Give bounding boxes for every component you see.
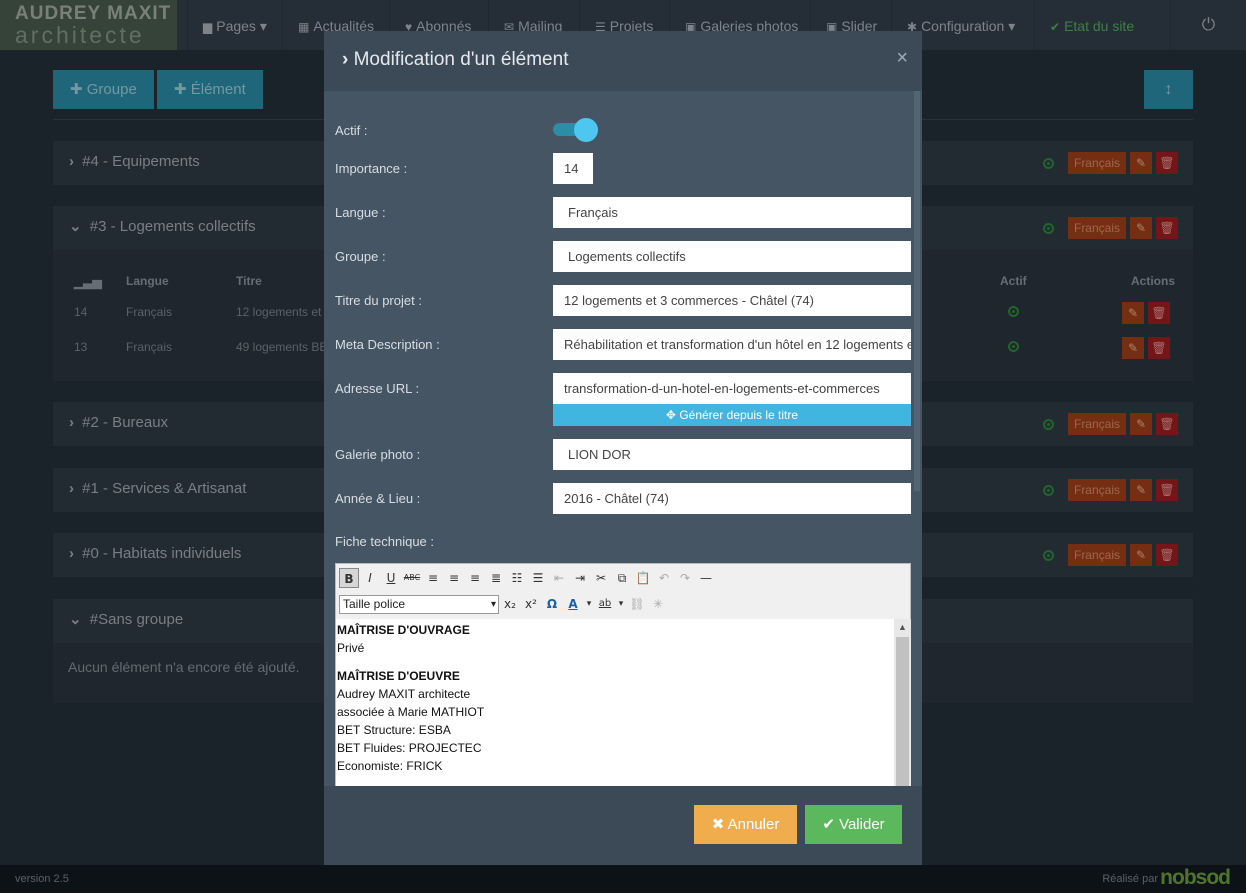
underline-icon[interactable]: U <box>381 568 401 588</box>
modal-title-text: Modification d'un élément <box>353 49 569 70</box>
bold-icon[interactable]: B <box>339 568 359 588</box>
editor-toolbar-row2: Taille police x₂ x² Ω A ▾ ab ▾ ⛓ ✳ <box>339 594 668 614</box>
edit-element-modal: › Modification d'un élément × Actif : Im… <box>324 31 922 865</box>
superscript-icon[interactable]: x² <box>521 594 541 614</box>
validate-label: Valider <box>839 816 885 833</box>
validate-button[interactable]: ✔ Valider <box>805 805 902 844</box>
cancel-button[interactable]: ✖ Annuler <box>694 805 797 844</box>
modal-scrollbar[interactable] <box>914 91 920 491</box>
undo-icon[interactable]: ↶ <box>654 568 674 588</box>
importance-label: Importance : <box>335 161 408 176</box>
editor-line: associée à Marie MATHIOT <box>337 705 485 719</box>
close-icon[interactable]: × <box>896 47 908 70</box>
text-color-icon[interactable]: A <box>563 594 583 614</box>
annee-input[interactable]: 2016 - Châtel (74) <box>553 483 911 514</box>
copy-icon[interactable]: ⧉ <box>612 568 632 588</box>
generate-url-button[interactable]: ✥ Générer depuis le titre <box>553 404 911 426</box>
actif-toggle[interactable] <box>553 118 598 142</box>
paste-icon[interactable]: 📋 <box>633 568 653 588</box>
meta-input[interactable]: Réhabilitation et transformation d'un hô… <box>553 329 911 360</box>
titre-input[interactable]: 12 logements et 3 commerces - Châtel (74… <box>553 285 911 316</box>
numbered-list-icon[interactable]: ☰ <box>528 568 548 588</box>
editor-content[interactable]: MAÎTRISE D'OUVRAGE Privé MAÎTRISE D'OEUV… <box>336 619 894 786</box>
actif-label: Actif : <box>335 123 368 138</box>
chevron-down-icon[interactable]: ▾ <box>616 594 626 614</box>
bullet-list-icon[interactable]: ☷ <box>507 568 527 588</box>
modal-body: Actif : Importance : 14 Langue : Françai… <box>324 91 922 786</box>
cut-icon[interactable]: ✂ <box>591 568 611 588</box>
importance-input[interactable]: 14 <box>553 153 593 184</box>
galerie-select[interactable]: LION DOR <box>553 439 911 470</box>
editor-line: MAÎTRISE D'OEUVRE <box>337 669 460 683</box>
check-icon: ✔ <box>822 816 835 833</box>
editor-line: MAÎTRISE D'OUVRAGE <box>337 623 470 637</box>
move-icon: ✥ <box>665 408 676 422</box>
groupe-select[interactable]: Logements collectifs <box>553 241 911 272</box>
groupe-label: Groupe : <box>335 249 386 264</box>
meta-label: Meta Description : <box>335 337 440 352</box>
font-size-select[interactable]: Taille police <box>339 594 499 614</box>
editor-line: Economiste: FRICK <box>337 759 443 773</box>
link-icon[interactable]: ⛓ <box>627 594 647 614</box>
subscript-icon[interactable]: x₂ <box>500 594 520 614</box>
editor-line: BET Fluides: PROJECTEC <box>337 741 482 755</box>
align-left-icon[interactable]: ≡ <box>423 568 443 588</box>
editor-line: BET Structure: ESBA <box>337 723 451 737</box>
galerie-label: Galerie photo : <box>335 447 421 462</box>
chevron-right-icon: › <box>342 49 349 70</box>
redo-icon[interactable]: ↷ <box>675 568 695 588</box>
editor-line: Audrey MAXIT architecte <box>337 687 471 701</box>
langue-select[interactable]: Français <box>553 197 911 228</box>
langue-label: Langue : <box>335 205 386 220</box>
horizontal-rule-icon[interactable]: — <box>696 568 716 588</box>
modal-title: › Modification d'un élément <box>342 49 568 71</box>
outdent-icon[interactable]: ⇤ <box>549 568 569 588</box>
align-justify-icon[interactable]: ≣ <box>486 568 506 588</box>
align-right-icon[interactable]: ≡ <box>465 568 485 588</box>
url-input[interactable]: transformation-d-un-hotel-en-logements-e… <box>553 373 911 404</box>
generate-url-label: Générer depuis le titre <box>679 408 799 422</box>
editor-scrollbar[interactable]: ▲ <box>894 619 911 786</box>
rich-text-editor: B I U ABC ≡ ≡ ≡ ≣ ☷ ☰ ⇤ ⇥ ✂ ⧉ 📋 ↶ ↷ — Ta… <box>335 563 911 786</box>
strikethrough-icon[interactable]: ABC <box>402 568 422 588</box>
italic-icon[interactable]: I <box>360 568 380 588</box>
special-char-icon[interactable]: Ω <box>542 594 562 614</box>
cancel-label: Annuler <box>727 816 780 833</box>
editor-toolbar-row1: B I U ABC ≡ ≡ ≡ ≣ ☷ ☰ ⇤ ⇥ ✂ ⧉ 📋 ↶ ↷ — <box>339 568 716 588</box>
url-label: Adresse URL : <box>335 381 420 396</box>
annee-label: Année & Lieu : <box>335 491 421 506</box>
chevron-down-icon[interactable]: ▾ <box>584 594 594 614</box>
close-icon: ✖ <box>711 816 725 833</box>
chevron-up-icon[interactable]: ▲ <box>894 619 911 636</box>
editor-line: Privé <box>337 641 365 655</box>
highlight-icon[interactable]: ab <box>595 594 615 614</box>
fiche-label: Fiche technique : <box>335 534 435 549</box>
titre-label: Titre du projet : <box>335 293 422 308</box>
indent-icon[interactable]: ⇥ <box>570 568 590 588</box>
align-center-icon[interactable]: ≡ <box>444 568 464 588</box>
unlink-icon[interactable]: ✳ <box>648 594 668 614</box>
